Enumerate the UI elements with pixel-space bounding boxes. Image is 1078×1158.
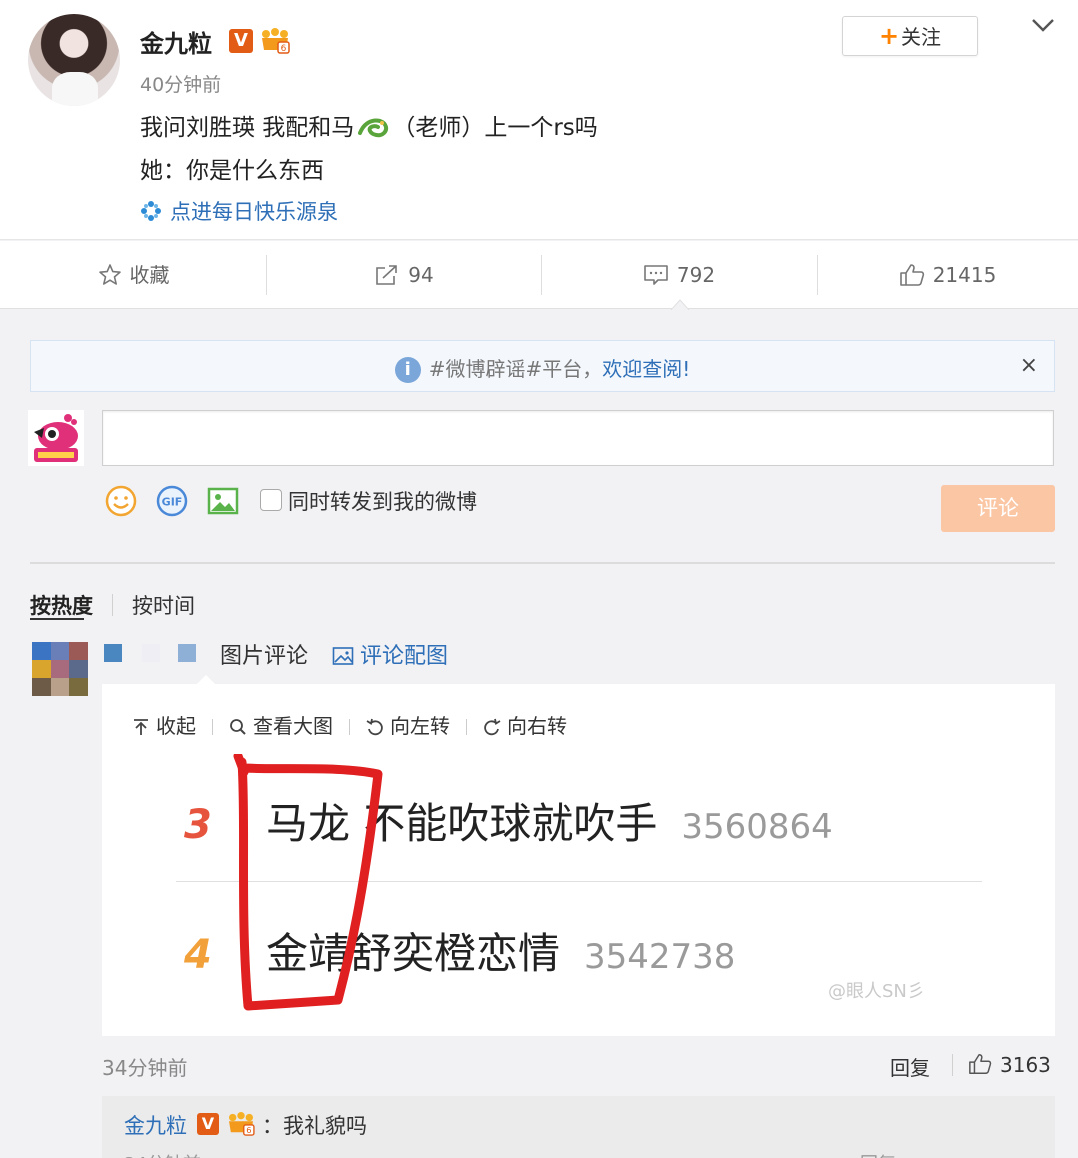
- toolbar-divider: [466, 719, 467, 735]
- like-count: 21415: [932, 263, 997, 287]
- hot-count: 3542738: [584, 937, 736, 977]
- follow-button[interactable]: + 关注: [842, 16, 978, 56]
- reply-separator: ：: [262, 1114, 283, 1138]
- verified-v-icon[interactable]: V: [229, 29, 253, 53]
- reply-author[interactable]: 金九粒: [124, 1110, 187, 1140]
- post-link[interactable]: 点进每日快乐源泉: [140, 196, 338, 226]
- view-large-label: 查看大图: [253, 714, 333, 738]
- reply-button[interactable]: 回复: [890, 1052, 930, 1081]
- section-divider: [30, 562, 1055, 564]
- favorite-label: 收藏: [129, 263, 170, 287]
- comment-input[interactable]: [102, 410, 1054, 466]
- magnifier-icon: [230, 719, 246, 735]
- rotate-right-label: 向右转: [507, 714, 567, 738]
- gif-icon-label: GIF: [162, 496, 183, 509]
- post-text-line1: 我问刘胜瑛 我配和马 （老师）上一个rs吗: [140, 108, 598, 142]
- rotate-left-icon: [366, 718, 383, 736]
- gif-icon[interactable]: GIF: [155, 484, 189, 518]
- image-icon: [332, 647, 354, 665]
- crown-icon[interactable]: 6: [226, 1112, 256, 1136]
- rotate-left-label: 向左转: [390, 714, 450, 738]
- svg-text:6: 6: [246, 1125, 251, 1135]
- reply-time: 34分钟前: [124, 1150, 201, 1158]
- image-toolbar: 收起 查看大图 向左转 向右转: [132, 710, 567, 739]
- comment-icon: [644, 265, 668, 285]
- commenter-avatar[interactable]: [32, 642, 88, 696]
- weibo-post: 金九粒 V 6 40分钟前 我问刘胜瑛 我配和马 （老师）上一个rs吗 她：你是…: [0, 0, 1078, 240]
- active-sort-underline: [30, 618, 84, 620]
- plus-icon: +: [878, 22, 900, 50]
- commenter-name-redacted[interactable]: [104, 644, 200, 662]
- expanded-image-panel: 收起 查看大图 向左转 向右转 3 马龙 不能吹球就吹手 3560864 4 金靖舒奕橙恋情…: [102, 684, 1055, 1036]
- author-avatar[interactable]: [28, 14, 120, 106]
- star-icon: [98, 264, 121, 285]
- repost-button[interactable]: 94: [267, 241, 541, 309]
- image-watermark: @眼人SN彡: [828, 981, 925, 1002]
- hot-count: 3560864: [681, 807, 833, 847]
- toolbar-divider: [212, 719, 213, 735]
- emoji-icon[interactable]: [104, 484, 138, 518]
- flower-link-icon: [141, 201, 161, 221]
- svg-text:6: 6: [281, 44, 287, 54]
- comment-like-button[interactable]: 3163: [968, 1052, 1051, 1077]
- crown-icon[interactable]: 6: [260, 28, 290, 54]
- like-button[interactable]: 21415: [817, 241, 1078, 309]
- post-text-part-b: （老师）上一个rs吗: [392, 115, 598, 141]
- collapse-button[interactable]: 收起: [132, 710, 196, 739]
- notice-content: i #微博辟谣#平台，欢迎查阅!: [31, 353, 1054, 383]
- notice-link[interactable]: 欢迎查阅!: [602, 357, 690, 381]
- post-link-text[interactable]: 点进每日快乐源泉: [170, 200, 338, 224]
- author-name[interactable]: 金九粒: [140, 24, 212, 59]
- comment-count: 792: [676, 263, 716, 287]
- active-tab-caret: [671, 299, 689, 310]
- repost-checkbox-label[interactable]: 同时转发到我的微博: [288, 486, 477, 516]
- info-icon: i: [394, 357, 421, 383]
- sort-by-time-tab[interactable]: 按时间: [132, 590, 195, 620]
- rumor-notice-bar: i #微博辟谣#平台，欢迎查阅! ×: [30, 340, 1055, 392]
- post-text-part-a: 我问刘胜瑛 我配和马: [140, 115, 355, 141]
- collapse-up-icon: [134, 719, 148, 735]
- comment-time: 34分钟前: [102, 1056, 188, 1080]
- comment-image-link[interactable]: 评论配图: [332, 638, 448, 670]
- rotate-right-icon: [484, 718, 501, 736]
- repost-count: 94: [408, 263, 434, 287]
- reply-reply-button[interactable]: 回复: [860, 1150, 896, 1158]
- dragon-emoji-icon: [358, 118, 389, 138]
- reply-content: 我礼貌吗: [283, 1114, 367, 1138]
- current-user-avatar[interactable]: [28, 410, 84, 466]
- follow-label: 关注: [901, 25, 942, 49]
- rotate-left-button[interactable]: 向左转: [366, 710, 450, 739]
- sub-reply: 金九粒 V 6 ：我礼貌吗 34分钟前 回复: [102, 1096, 1055, 1158]
- post-text-line2: 她：你是什么东西: [140, 158, 324, 184]
- image-upload-icon[interactable]: [206, 484, 240, 518]
- toolbar-divider: [349, 719, 350, 735]
- red-highlight-scribble: [233, 754, 383, 1011]
- view-large-button[interactable]: 查看大图: [229, 710, 333, 739]
- sort-by-heat-tab[interactable]: 按热度: [30, 590, 93, 620]
- picture-comment-label: 图片评论: [220, 644, 309, 669]
- reply-text: ：我礼貌吗: [262, 1110, 367, 1140]
- submit-comment-button[interactable]: 评论: [941, 485, 1055, 532]
- sort-divider: [112, 594, 113, 616]
- rotate-right-button[interactable]: 向右转: [483, 710, 567, 739]
- collapse-label: 收起: [156, 714, 196, 738]
- notice-text: #微博辟谣#平台，: [428, 357, 603, 381]
- thumbs-up-icon: [969, 1054, 992, 1074]
- post-action-bar: 收藏 94 792 21415: [0, 241, 1078, 309]
- comment-image-link-text: 评论配图: [360, 644, 449, 669]
- chevron-down-icon[interactable]: [1030, 16, 1056, 34]
- post-time[interactable]: 40分钟前: [140, 70, 221, 97]
- favorite-button[interactable]: 收藏: [0, 241, 267, 309]
- close-icon[interactable]: ×: [1020, 353, 1038, 378]
- comment-like-count: 3163: [1000, 1053, 1051, 1077]
- repost-icon: [376, 265, 398, 285]
- repost-checkbox[interactable]: [260, 489, 282, 511]
- thumbs-up-icon: [899, 264, 924, 286]
- verified-v-icon[interactable]: V: [197, 1113, 219, 1135]
- comment-action-divider: [952, 1054, 953, 1076]
